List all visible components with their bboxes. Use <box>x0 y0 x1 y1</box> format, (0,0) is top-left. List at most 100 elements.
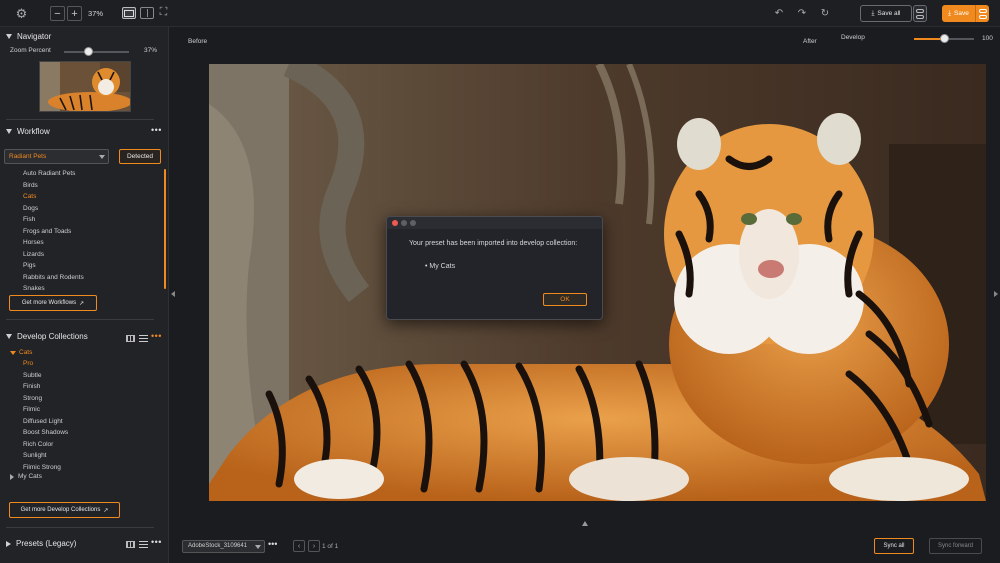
save-all-label: Save all <box>877 10 901 17</box>
detected-button[interactable]: Detected <box>119 149 161 164</box>
zoom-slider-track[interactable] <box>64 51 129 53</box>
divider <box>6 319 154 320</box>
develop-collections-more-icon[interactable]: ••• <box>151 331 162 341</box>
grid-view-icon[interactable] <box>126 335 135 342</box>
page-indicator: 1 of 1 <box>322 543 339 550</box>
save-button[interactable]: ⤓ Save <box>942 5 975 22</box>
crop-view-icon[interactable]: ⛶ <box>157 6 170 19</box>
list-item[interactable]: Lizards <box>23 249 84 261</box>
import-success-dialog: Your preset has been imported into devel… <box>386 216 603 320</box>
dialog-titlebar <box>387 217 602 229</box>
develop-collections-title: Develop Collections <box>17 332 88 341</box>
save-all-options-toggle[interactable] <box>913 5 927 22</box>
develop-amount-value: 100 <box>982 35 993 42</box>
external-link-icon: ↗ <box>79 300 85 307</box>
file-more-icon[interactable]: ••• <box>268 539 277 549</box>
presets-header[interactable]: Presets (Legacy) <box>6 539 76 548</box>
get-more-develop-collections-button[interactable]: Get more Develop Collections ↗ <box>9 502 120 518</box>
get-more-collections-label: Get more Develop Collections <box>20 507 101 513</box>
sync-forward-button[interactable]: Sync forward <box>929 538 982 554</box>
collection-group-my-cats[interactable]: My Cats <box>10 473 42 480</box>
list-item[interactable]: Fish <box>23 214 84 226</box>
expand-arrow-icon <box>10 350 16 355</box>
collapse-right-panel-icon[interactable] <box>994 291 998 297</box>
file-name: AdobeStock_3109641 <box>188 543 248 549</box>
download-icon: ⤓ <box>948 9 952 17</box>
list-item[interactable]: Dogs <box>23 203 84 215</box>
develop-collection-list: Pro Subtle Finish Strong Filmic Diffused Ligh… <box>23 358 68 473</box>
save-all-button[interactable]: ⤓ Save all <box>860 5 912 22</box>
gear-icon[interactable]: ⚙ <box>14 6 29 21</box>
list-item[interactable]: Snakes <box>23 283 84 295</box>
develop-amount-label: Develop <box>841 34 865 41</box>
file-select[interactable]: AdobeStock_3109641 <box>182 540 265 553</box>
minimize-window-icon[interactable] <box>401 220 407 226</box>
list-item[interactable]: Auto Radiant Pets <box>23 168 84 180</box>
list-item[interactable]: Pro <box>23 358 68 370</box>
save-options-toggle[interactable] <box>975 5 989 22</box>
workflow-preset-select[interactable]: Radiant Pets <box>4 149 109 164</box>
grid-view-icon[interactable] <box>126 541 135 548</box>
workflow-more-icon[interactable]: ••• <box>151 125 162 135</box>
collapse-arrow-icon <box>6 129 12 134</box>
prev-page-button[interactable]: ‹ <box>293 540 305 552</box>
list-view-icon[interactable] <box>139 541 148 548</box>
single-view-icon[interactable] <box>122 7 136 19</box>
collection-group-label: My Cats <box>18 473 42 480</box>
maximize-window-icon[interactable] <box>410 220 416 226</box>
list-view-icon[interactable] <box>139 335 148 342</box>
close-window-icon[interactable] <box>392 220 398 226</box>
develop-slider-thumb[interactable] <box>940 34 949 43</box>
list-item[interactable]: Birds <box>23 180 84 192</box>
develop-collections-header[interactable]: Develop Collections <box>6 332 88 341</box>
presets-more-icon[interactable]: ••• <box>151 537 162 547</box>
list-item[interactable]: Rabbits and Rodents <box>23 272 84 284</box>
zoom-level: 37% <box>88 9 104 18</box>
redo-icon[interactable]: ↷ <box>796 7 808 19</box>
navigator-header[interactable]: Navigator <box>6 32 51 41</box>
collection-group-cats[interactable]: Cats <box>10 349 32 356</box>
navigator-thumbnail[interactable] <box>39 61 131 112</box>
list-item[interactable]: Pigs <box>23 260 84 272</box>
list-item[interactable]: Filmic Strong <box>23 462 68 474</box>
collapse-arrow-icon <box>6 334 12 339</box>
list-item[interactable]: Filmic <box>23 404 68 416</box>
workflow-scrollbar[interactable] <box>164 169 166 289</box>
list-item[interactable]: Strong <box>23 393 68 405</box>
split-view-icon[interactable] <box>140 7 154 19</box>
get-more-workflows-label: Get more Workflows <box>21 300 77 306</box>
list-item[interactable]: Cats <box>23 191 84 203</box>
expand-arrow-icon <box>6 540 11 547</box>
list-item[interactable]: Frogs and Toads <box>23 226 84 238</box>
divider <box>6 119 154 120</box>
undo-icon[interactable]: ↶ <box>773 7 785 19</box>
save-label: Save <box>954 10 969 17</box>
list-item[interactable]: Diffused Light <box>23 416 68 428</box>
workflow-list: Auto Radiant Pets Birds Cats Dogs Fish Frogs … <box>23 168 84 295</box>
next-page-button[interactable]: › <box>308 540 320 552</box>
download-icon: ⤓ <box>871 9 875 17</box>
zoom-out-button[interactable]: − <box>50 6 65 21</box>
sync-all-button[interactable]: Sync all <box>874 538 914 554</box>
ok-button[interactable]: OK <box>543 293 587 306</box>
list-item[interactable]: Horses <box>23 237 84 249</box>
list-item[interactable]: Subtle <box>23 370 68 382</box>
list-item[interactable]: Finish <box>23 381 68 393</box>
reset-icon[interactable]: ↻ <box>819 7 831 19</box>
list-item[interactable]: Rich Color <box>23 439 68 451</box>
list-item[interactable]: Boost Shadows <box>23 427 68 439</box>
after-label: After <box>803 38 817 45</box>
filmstrip-toggle-icon[interactable] <box>582 521 588 526</box>
zoom-slider-thumb[interactable] <box>84 47 94 56</box>
divider <box>6 527 154 528</box>
zoom-in-button[interactable]: + <box>67 6 82 21</box>
navigator-title: Navigator <box>17 32 52 41</box>
dialog-message: Your preset has been imported into devel… <box>409 240 578 247</box>
collection-group-label: Cats <box>19 349 33 356</box>
workflow-header[interactable]: Workflow <box>6 127 50 136</box>
list-item[interactable]: Sunlight <box>23 450 68 462</box>
expand-arrow-icon <box>10 473 14 480</box>
collapse-left-panel-icon[interactable] <box>171 291 175 297</box>
get-more-workflows-button[interactable]: Get more Workflows ↗ <box>9 295 97 311</box>
external-link-icon: ↗ <box>103 507 109 514</box>
